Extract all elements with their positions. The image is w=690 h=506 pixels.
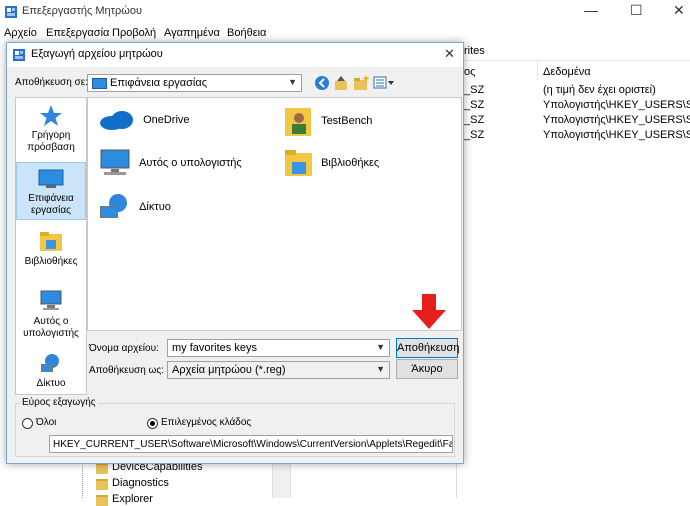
- filename-label: Όνομα αρχείου:: [89, 343, 159, 354]
- up-folder-icon[interactable]: [334, 75, 348, 91]
- file-item-libraries[interactable]: Βιβλιοθήκες: [284, 148, 379, 178]
- value-data-cell: Υπολογιστής\HKEY_USERS\S-1-5-: [543, 114, 690, 126]
- file-item-this-pc[interactable]: Αυτός ο υπολογιστής: [98, 148, 242, 178]
- menu-help[interactable]: Βοήθεια: [227, 27, 266, 39]
- values-pane: rites ος Δεδομένα _SZ (η τιμή δεν έχει ο…: [456, 42, 690, 498]
- dialog-title-bar: Εξαγωγή αρχείου μητρώου ✕: [7, 43, 463, 67]
- value-data-cell: Υπολογιστής\HKEY_USERS\S-1-5-: [543, 99, 690, 111]
- file-item-label: Αυτός ο υπολογιστής: [139, 156, 242, 169]
- file-item-label: OneDrive: [143, 113, 190, 126]
- menu-view[interactable]: Προβολή: [112, 27, 156, 39]
- menu-file[interactable]: Αρχείο: [4, 27, 37, 39]
- regedit-app-icon: [13, 49, 25, 61]
- new-folder-icon[interactable]: [353, 75, 369, 91]
- tree-item[interactable]: Diagnostics: [112, 477, 169, 489]
- value-type-cell: _SZ: [464, 114, 485, 126]
- minimize-icon[interactable]: —: [584, 2, 598, 18]
- file-item-network[interactable]: Δίκτυο: [98, 192, 171, 222]
- cancel-button[interactable]: Άκυρο: [396, 359, 458, 379]
- star-icon: [40, 105, 62, 126]
- branch-path-value: HKEY_CURRENT_USER\Software\Microsoft\Win…: [53, 439, 453, 450]
- places-bar: Γρήγορη πρόσβαση Επιφάνεια εργασίας Βιβλ…: [15, 97, 87, 395]
- radio-all[interactable]: [22, 418, 33, 429]
- export-dialog: Εξαγωγή αρχείου μητρώου ✕ Αποθήκευση σε:…: [6, 42, 464, 464]
- computer-icon: [40, 290, 62, 310]
- file-item-label: Βιβλιοθήκες: [321, 156, 380, 169]
- save-in-value: Επιφάνεια εργασίας: [110, 77, 208, 89]
- menu-edit[interactable]: Επεξεργασία: [46, 27, 109, 39]
- data-column-header[interactable]: Δεδομένα: [543, 66, 591, 78]
- libraries-icon: [40, 232, 62, 251]
- filename-input[interactable]: my favorites keys ▼: [167, 339, 390, 357]
- save-button[interactable]: Αποθήκευση: [396, 338, 459, 358]
- partial-path-header: rites: [464, 45, 485, 57]
- radio-all-label: Όλοι: [36, 417, 57, 428]
- dialog-close-icon[interactable]: ✕: [444, 46, 455, 62]
- desktop-icon: [92, 77, 107, 89]
- chevron-down-icon[interactable]: ▼: [376, 342, 385, 352]
- save-in-combo[interactable]: Επιφάνεια εργασίας ▼: [87, 74, 302, 92]
- maximize-icon[interactable]: ☐: [630, 2, 643, 19]
- place-label: Επιφάνεια εργασίας: [28, 193, 74, 216]
- network-icon: [100, 194, 127, 218]
- radio-selected-branch[interactable]: [147, 418, 158, 429]
- save-in-label: Αποθήκευση σε:: [15, 77, 88, 88]
- radio-selected-branch-label: Επιλεγμένος κλάδος: [161, 417, 252, 428]
- value-data-cell: (η τιμή δεν έχει οριστεί): [543, 84, 656, 96]
- folder-icon: [96, 463, 108, 474]
- onedrive-cloud-icon: [100, 111, 133, 130]
- back-icon[interactable]: [314, 75, 330, 91]
- user-folder-icon: [285, 108, 311, 136]
- folder-icon: [96, 479, 108, 490]
- place-this-pc[interactable]: Αυτός ο υπολογιστής: [16, 290, 86, 346]
- main-menu-bar: Αρχείο Επεξεργασία Προβολή Αγαπημένα Βοή…: [0, 24, 690, 42]
- chevron-down-icon: ▼: [376, 364, 385, 374]
- place-libraries[interactable]: Βιβλιοθήκες: [16, 230, 86, 270]
- main-window-title: Επεξεργαστής Μητρώου: [22, 5, 142, 17]
- value-type-cell: _SZ: [464, 84, 485, 96]
- file-item-onedrive[interactable]: OneDrive: [98, 108, 190, 132]
- menu-favorites[interactable]: Αγαπημένα: [164, 27, 220, 39]
- branch-path-input[interactable]: HKEY_CURRENT_USER\Software\Microsoft\Win…: [49, 435, 453, 453]
- savetype-value: Αρχεία μητρώου (*.reg): [172, 364, 286, 376]
- file-item-testbench[interactable]: TestBench: [284, 104, 372, 138]
- dialog-title: Εξαγωγή αρχείου μητρώου: [31, 48, 163, 60]
- red-down-arrow-icon: [412, 294, 446, 329]
- savetype-combo[interactable]: Αρχεία μητρώου (*.reg) ▼: [167, 361, 390, 379]
- chevron-down-icon: ▼: [288, 77, 297, 87]
- value-type-cell: _SZ: [464, 129, 485, 141]
- export-range-group: Εύρος εξαγωγής Όλοι Επιλεγμένος κλάδος H…: [15, 397, 455, 457]
- filename-value: my favorites keys: [172, 342, 257, 354]
- place-desktop[interactable]: Επιφάνεια εργασίας: [16, 162, 86, 220]
- main-title-bar: Επεξεργαστής Μητρώου — ☐ ✕: [0, 0, 690, 24]
- place-label: Γρήγορη πρόσβαση: [27, 130, 75, 153]
- tree-scrollbar[interactable]: [272, 458, 291, 498]
- savetype-label: Αποθήκευση ως:: [89, 365, 164, 376]
- place-label: Αυτός ο υπολογιστής: [23, 316, 79, 339]
- place-label: Δίκτυο: [36, 378, 66, 389]
- key-tree-pane: DeviceCapabilities Diagnostics Explorer: [0, 458, 291, 506]
- type-column-header[interactable]: ος: [464, 66, 475, 78]
- view-menu-icon[interactable]: [373, 76, 395, 90]
- regedit-app-icon: [5, 6, 17, 18]
- value-data-cell: Υπολογιστής\HKEY_USERS\S-1-5-: [543, 129, 690, 141]
- file-item-label: TestBench: [321, 114, 373, 127]
- close-icon[interactable]: ✕: [673, 2, 685, 19]
- place-network[interactable]: Δίκτυο: [16, 352, 86, 392]
- libraries-icon: [285, 150, 312, 176]
- place-quick-access[interactable]: Γρήγορη πρόσβαση: [16, 104, 86, 153]
- tree-item[interactable]: Explorer: [112, 493, 153, 505]
- place-label: Βιβλιοθήκες: [24, 256, 78, 267]
- export-range-label: Εύρος εξαγωγής: [20, 397, 98, 408]
- file-list-area: OneDrive TestBench Αυτός ο υπολογιστής Β…: [87, 97, 462, 331]
- computer-icon: [100, 149, 130, 175]
- network-icon: [41, 354, 59, 372]
- file-item-label: Δίκτυο: [139, 200, 171, 213]
- folder-icon: [96, 495, 108, 506]
- desktop-icon: [38, 169, 64, 188]
- value-type-cell: _SZ: [464, 99, 485, 111]
